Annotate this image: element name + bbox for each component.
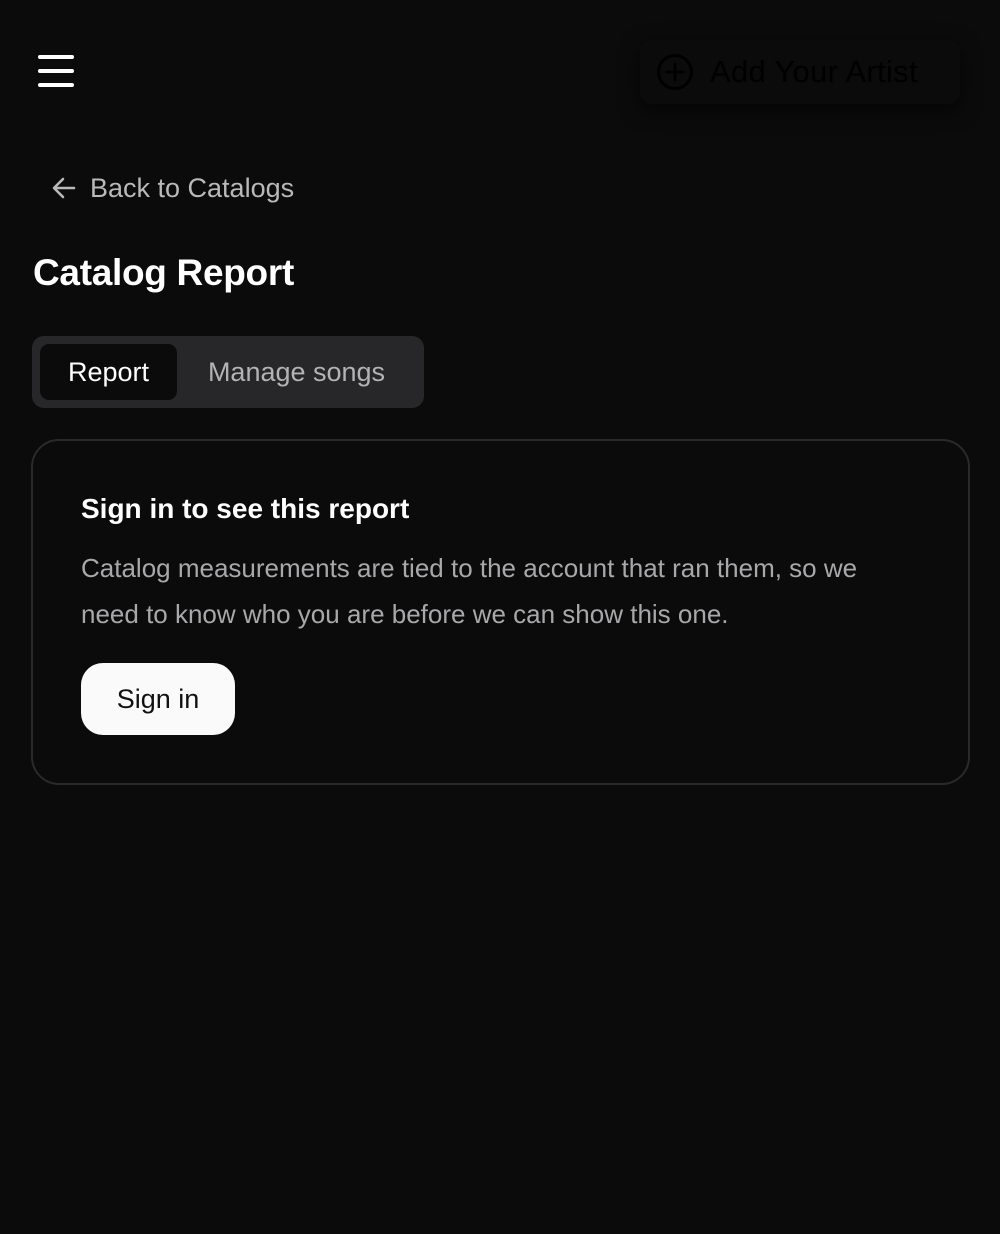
tab-manage-songs[interactable]: Manage songs [177,344,416,400]
top-header: Add Your Artist [0,0,1000,140]
card-description: Catalog measurements are tied to the acc… [81,553,858,629]
card-title: Sign in to see this report [81,493,410,524]
back-to-catalogs-link[interactable]: Back to Catalogs [50,168,294,208]
back-link-label: Back to Catalogs [90,172,295,203]
add-artist-label: Add Your Artist [710,54,918,89]
sign-in-card: Sign in to see this report Catalog measu… [31,439,970,785]
menu-button[interactable] [30,46,82,98]
sign-in-button[interactable]: Sign in [81,663,235,735]
plus-circle-icon [657,54,693,90]
tab-report[interactable]: Report [40,344,177,400]
add-artist-button[interactable]: Add Your Artist [640,40,960,104]
catalog-report-page: Add Your Artist Back to Catalogs Catalog… [0,0,1000,1234]
page-title: Catalog Report [33,252,294,293]
arrow-left-icon [52,177,76,199]
report-tabs: Report Manage songs [32,336,424,408]
